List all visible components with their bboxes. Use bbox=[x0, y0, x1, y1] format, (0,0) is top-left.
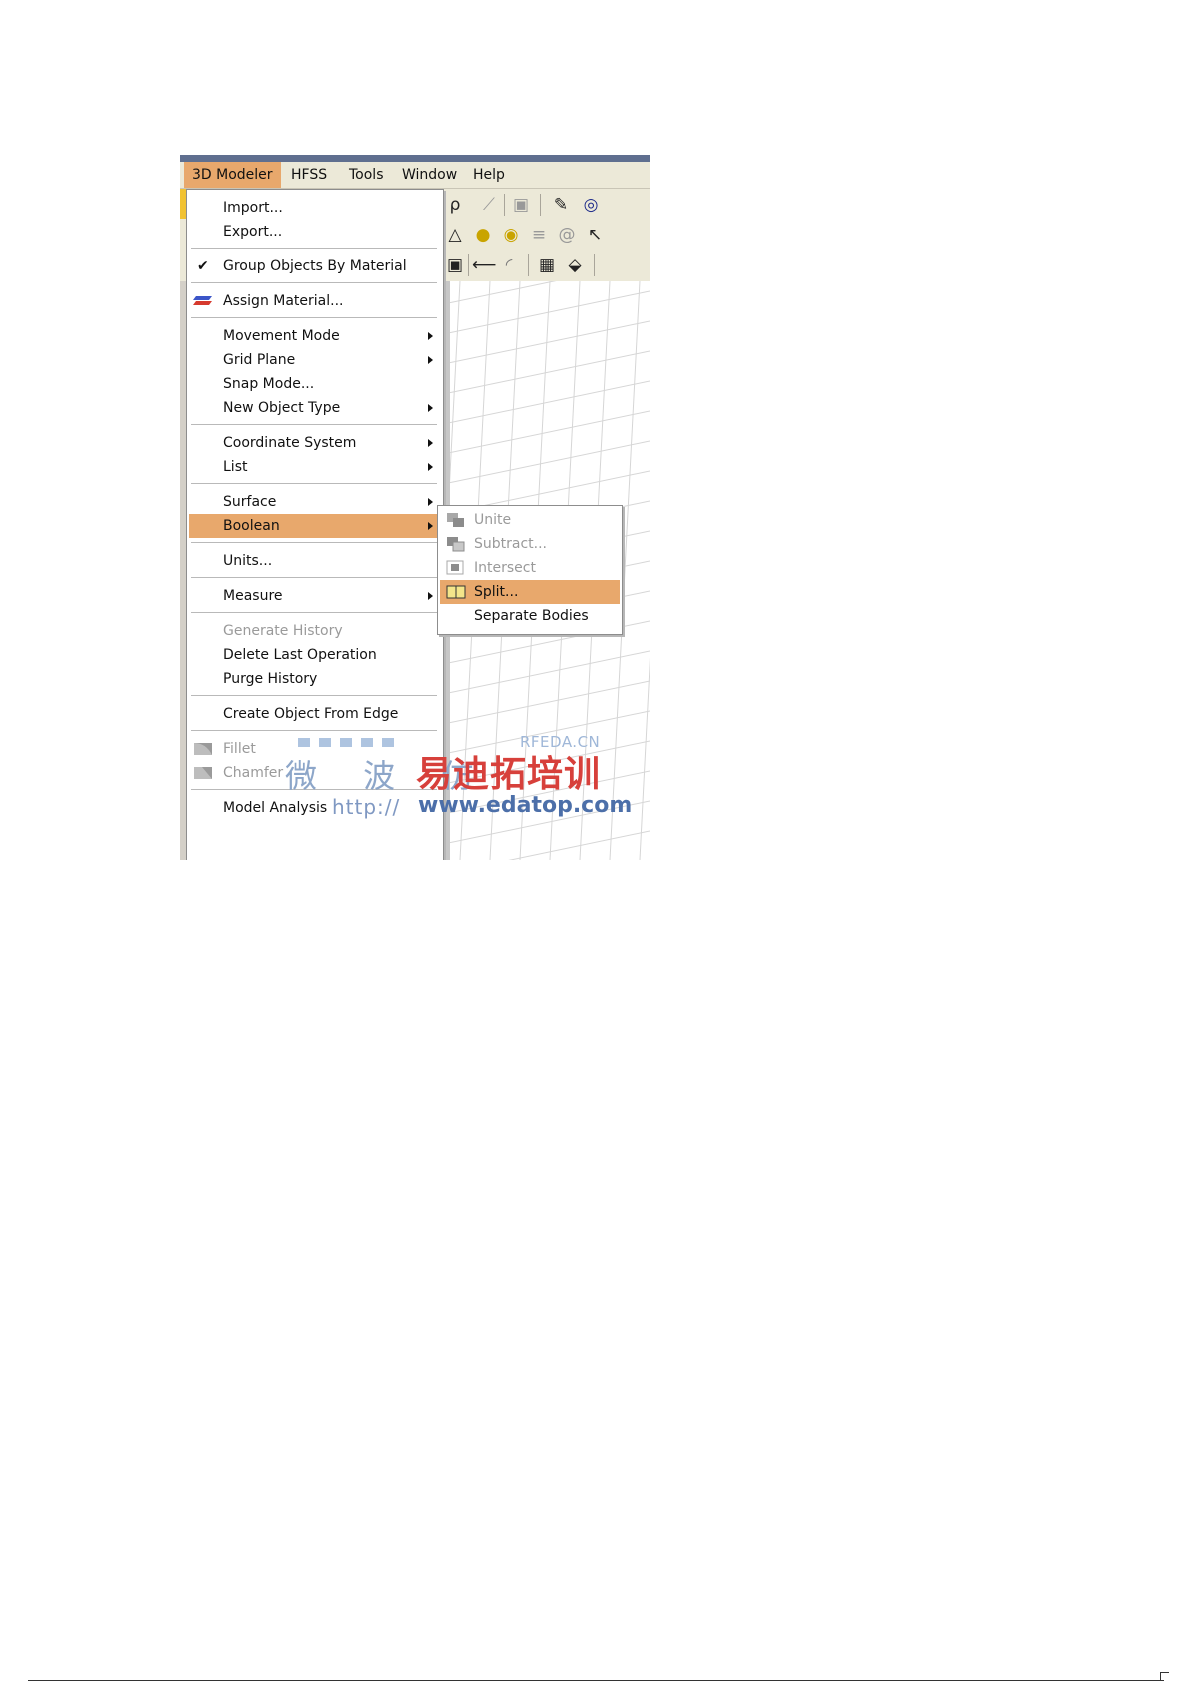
copy-icon[interactable]: ▣ bbox=[510, 194, 532, 216]
fillet-icon bbox=[194, 743, 212, 755]
menu-tools[interactable]: Tools bbox=[341, 162, 392, 188]
menu-item-assign-material[interactable]: Assign Material... bbox=[189, 289, 441, 313]
hfss-screenshot: 3D Modeler HFSS Tools Window Help ρ ⟋ ▣ … bbox=[180, 155, 650, 860]
menu-item-import[interactable]: Import... bbox=[189, 196, 441, 220]
submenu-item-subtract[interactable]: Subtract... bbox=[440, 532, 620, 556]
menu-item-generate-history[interactable]: Generate History bbox=[189, 619, 441, 643]
page-footer-rule bbox=[28, 1680, 1164, 1681]
menu-3d-modeler[interactable]: 3D Modeler bbox=[184, 162, 281, 188]
submenu-arrow-icon bbox=[428, 463, 433, 471]
menu-item-create-object-from-edge[interactable]: Create Object From Edge bbox=[189, 702, 441, 726]
menu-item-measure[interactable]: Measure bbox=[189, 584, 441, 608]
toolbar-row-1: ρ ⟋ ▣ ✎ ◎ bbox=[450, 191, 650, 219]
paint-bucket-icon[interactable]: ⬙ bbox=[564, 254, 586, 276]
submenu-arrow-icon bbox=[428, 356, 433, 364]
submenu-item-unite[interactable]: Unite bbox=[440, 508, 620, 532]
plot-icon[interactable]: ⟋ bbox=[478, 194, 500, 216]
menu-item-new-object-type[interactable]: New Object Type bbox=[189, 396, 441, 420]
submenu-item-split[interactable]: Split... bbox=[440, 580, 620, 604]
watermark-brand: 易迪拓培训 bbox=[416, 754, 602, 795]
torus-icon[interactable]: ◉ bbox=[500, 224, 522, 246]
material-icon bbox=[193, 296, 212, 305]
menu-window[interactable]: Window bbox=[394, 162, 465, 188]
menu-item-units[interactable]: Units... bbox=[189, 549, 441, 573]
bondwire-icon[interactable]: ↖ bbox=[584, 224, 606, 246]
split-icon bbox=[446, 585, 466, 599]
menu-item-movement-mode[interactable]: Movement Mode bbox=[189, 324, 441, 348]
subtract-icon bbox=[447, 537, 465, 552]
menu-bar: 3D Modeler HFSS Tools Window Help bbox=[180, 162, 650, 189]
menu-item-purge-history[interactable]: Purge History bbox=[189, 667, 441, 691]
menu-item-delete-last-operation[interactable]: Delete Last Operation bbox=[189, 643, 441, 667]
line-icon[interactable]: ⟵ bbox=[472, 254, 496, 276]
cone-icon[interactable]: △ bbox=[444, 224, 466, 246]
helix-icon[interactable]: ≡ bbox=[528, 224, 550, 246]
menu-item-list[interactable]: List bbox=[189, 455, 441, 479]
watermark-url-prefix: http:// bbox=[332, 795, 401, 819]
target-icon[interactable]: ◎ bbox=[580, 194, 602, 216]
submenu-arrow-icon bbox=[428, 592, 433, 600]
unite-icon bbox=[447, 513, 464, 527]
menu-item-export[interactable]: Export... bbox=[189, 220, 441, 244]
menu-item-surface[interactable]: Surface bbox=[189, 490, 441, 514]
menu-help[interactable]: Help bbox=[465, 162, 513, 188]
toolbar-row-2: △ ● ◉ ≡ @ ↖ bbox=[448, 221, 650, 249]
menu-item-coordinate-system[interactable]: Coordinate System bbox=[189, 431, 441, 455]
title-bar bbox=[180, 155, 650, 162]
toolbar-row-3: ▣ ⟵ ◜ ▦ ⬙ bbox=[447, 251, 650, 279]
spiral-icon[interactable]: @ bbox=[556, 224, 578, 246]
menu-item-boolean[interactable]: Boolean bbox=[189, 514, 441, 538]
menu-item-grid-plane[interactable]: Grid Plane bbox=[189, 348, 441, 372]
menu-item-snap-mode[interactable]: Snap Mode... bbox=[189, 372, 441, 396]
boolean-submenu: Unite Subtract... Intersect Split... Sep… bbox=[437, 505, 623, 635]
watermark-squares bbox=[298, 735, 403, 751]
submenu-arrow-icon bbox=[428, 522, 433, 530]
submenu-arrow-icon bbox=[428, 404, 433, 412]
sphere-icon[interactable]: ● bbox=[472, 224, 494, 246]
submenu-arrow-icon bbox=[428, 439, 433, 447]
grid-icon[interactable]: ▦ bbox=[536, 254, 558, 276]
checkmark-icon: ✔ bbox=[197, 258, 209, 274]
menu-item-group-by-material[interactable]: ✔ Group Objects By Material bbox=[189, 254, 441, 278]
intersect-icon bbox=[446, 560, 464, 575]
brush-icon[interactable]: ✎ bbox=[550, 194, 572, 216]
submenu-item-intersect[interactable]: Intersect bbox=[440, 556, 620, 580]
menu-hfss[interactable]: HFSS bbox=[283, 162, 335, 188]
arc-icon[interactable]: ◜ bbox=[498, 254, 520, 276]
chamfer-icon bbox=[194, 767, 212, 779]
point-icon[interactable]: ▣ bbox=[444, 254, 466, 276]
lasso-icon[interactable]: ρ bbox=[444, 194, 466, 216]
submenu-arrow-icon bbox=[428, 332, 433, 340]
menu-item-model-analysis[interactable]: Model Analysis bbox=[189, 796, 441, 820]
submenu-item-separate-bodies[interactable]: Separate Bodies bbox=[440, 604, 620, 628]
page-corner-mark bbox=[1160, 1672, 1169, 1681]
submenu-arrow-icon bbox=[428, 498, 433, 506]
watermark-url: www.edatop.com bbox=[418, 793, 633, 818]
